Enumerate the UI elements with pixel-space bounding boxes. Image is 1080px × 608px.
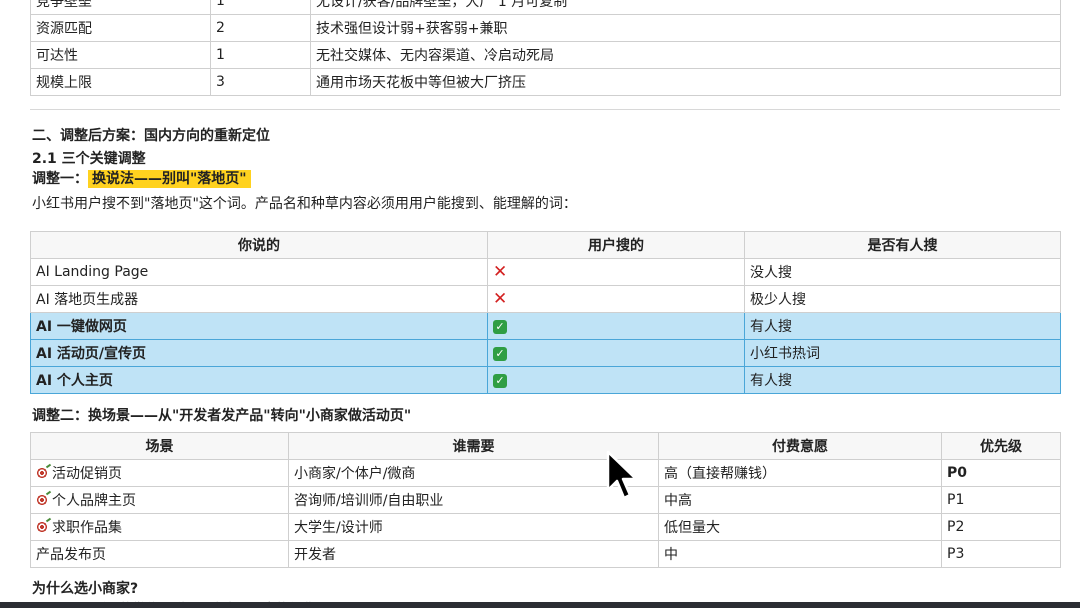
adjustment-two-heading: 调整二：换场景——从"开发者发产品"转向"小商家做活动页" — [32, 408, 412, 424]
table-row: 个人品牌主页 咨询师/培训师/自由职业 中高 P1 — [30, 486, 1061, 514]
table-cell: 中 — [658, 540, 942, 568]
table-cell: 大学生/设计师 — [288, 513, 659, 541]
section-question: 为什么选小商家? — [32, 581, 139, 597]
table-cell: 有人搜 — [744, 366, 1061, 394]
column-header: 用户搜的 — [487, 231, 745, 259]
column-header: 是否有人搜 — [744, 231, 1061, 259]
cross-mark-icon: ✕ — [493, 289, 508, 309]
table-cell: ✕ — [487, 258, 745, 286]
table-row: 产品发布页 开发者 中 P3 — [30, 540, 1061, 568]
subsection-heading: 2.1 三个关键调整 — [32, 151, 146, 167]
table-cell: P3 — [941, 540, 1061, 568]
scene-label: 活动促销页 — [52, 466, 122, 482]
table-row-selected[interactable]: AI 个人主页 ✓ 有人搜 — [30, 366, 1061, 394]
table-cell: 技术强但设计弱+获客弱+兼职 — [310, 14, 1061, 42]
table-row: 可达性 1 无社交媒体、无内容渠道、冷启动死局 — [30, 41, 1061, 69]
table-header-row: 场景 谁需要 付费意愿 优先级 — [30, 432, 1061, 460]
table-cell: 2 — [210, 14, 311, 42]
target-icon — [36, 467, 48, 479]
check-mark-icon: ✓ — [493, 374, 507, 388]
column-header: 谁需要 — [288, 432, 659, 460]
table-cell: AI 活动页/宣传页 — [30, 339, 488, 367]
table-cell: 低但量大 — [658, 513, 942, 541]
table-cell: 资源匹配 — [30, 14, 211, 42]
check-mark-icon: ✓ — [493, 320, 507, 334]
table-cell: P0 — [941, 459, 1061, 487]
table-cell: 咨询师/培训师/自由职业 — [288, 486, 659, 514]
highlighted-text: 换说法——别叫"落地页" — [88, 170, 251, 188]
table-row-selected[interactable]: AI 活动页/宣传页 ✓ 小红书热词 — [30, 339, 1061, 367]
table-cell: 小红书热词 — [744, 339, 1061, 367]
table-row-selected[interactable]: AI 一键做网页 ✓ 有人搜 — [30, 312, 1061, 340]
column-header: 付费意愿 — [658, 432, 942, 460]
table-row: 竞争壁垒 1 无设计/获客/品牌壁垒，大厂 1 月可复制 — [30, 0, 1061, 15]
scene-label: 个人品牌主页 — [52, 493, 136, 509]
table-cell: 开发者 — [288, 540, 659, 568]
table-cell: 中高 — [658, 486, 942, 514]
table-cell: 1 — [210, 41, 311, 69]
table-cell: AI 落地页生成器 — [30, 285, 488, 313]
cross-mark-icon: ✕ — [493, 262, 508, 282]
table-cell: 高（直接帮赚钱） — [658, 459, 942, 487]
table-cell: 产品发布页 — [30, 540, 289, 568]
section-heading: 二、调整后方案：国内方向的重新定位 — [32, 128, 270, 144]
scenario-table: 场景 谁需要 付费意愿 优先级 活动促销页 小商家/个体户/微商 高（直接帮赚钱… — [30, 432, 1061, 568]
target-icon — [36, 494, 48, 506]
scene-label: 求职作品集 — [52, 520, 122, 536]
paragraph: 小红书用户搜不到"落地页"这个词。产品名和种草内容必须用用户能搜到、能理解的词： — [32, 196, 577, 212]
table-row: 求职作品集 大学生/设计师 低但量大 P2 — [30, 513, 1061, 541]
column-header: 你说的 — [30, 231, 488, 259]
table-cell: 小商家/个体户/微商 — [288, 459, 659, 487]
table-cell: P2 — [941, 513, 1061, 541]
table-cell: AI 个人主页 — [30, 366, 488, 394]
column-header: 场景 — [30, 432, 289, 460]
mouse-cursor-icon — [606, 450, 638, 500]
table-cell: 求职作品集 — [30, 513, 289, 541]
keyword-table: 你说的 用户搜的 是否有人搜 AI Landing Page ✕ 没人搜 AI … — [30, 231, 1061, 394]
table-cell: ✕ — [487, 285, 745, 313]
adjustment-one-label: 调整一： — [32, 171, 88, 187]
table-row: AI Landing Page ✕ 没人搜 — [30, 258, 1061, 286]
table-cell: ✓ — [487, 312, 745, 340]
table-cell: 通用市场天花板中等但被大厂挤压 — [310, 68, 1061, 96]
table-cell: 无设计/获客/品牌壁垒，大厂 1 月可复制 — [310, 0, 1061, 15]
table-cell: ✓ — [487, 339, 745, 367]
table-cell: ✓ — [487, 366, 745, 394]
table-cell: AI Landing Page — [30, 258, 488, 286]
column-header: 优先级 — [941, 432, 1061, 460]
bottom-bar — [0, 602, 1080, 608]
table-cell: 有人搜 — [744, 312, 1061, 340]
table-cell: 1 — [210, 0, 311, 15]
table-cell: 无社交媒体、无内容渠道、冷启动死局 — [310, 41, 1061, 69]
check-mark-icon: ✓ — [493, 347, 507, 361]
table-row: 规模上限 3 通用市场天花板中等但被大厂挤压 — [30, 68, 1061, 96]
table-row: 资源匹配 2 技术强但设计弱+获客弱+兼职 — [30, 14, 1061, 42]
table-cell: AI 一键做网页 — [30, 312, 488, 340]
table-cell: 竞争壁垒 — [30, 0, 211, 15]
table-cell: 没人搜 — [744, 258, 1061, 286]
table-cell: 可达性 — [30, 41, 211, 69]
table-cell: 活动促销页 — [30, 459, 289, 487]
table-row: AI 落地页生成器 ✕ 极少人搜 — [30, 285, 1061, 313]
table-cell: 3 — [210, 68, 311, 96]
adjustment-one-heading: 调整一： 换说法——别叫"落地页" — [32, 168, 251, 190]
table-cell: 极少人搜 — [744, 285, 1061, 313]
risk-table: 竞争壁垒 1 无设计/获客/品牌壁垒，大厂 1 月可复制 资源匹配 2 技术强但… — [30, 0, 1061, 96]
table-row: 活动促销页 小商家/个体户/微商 高（直接帮赚钱） P0 — [30, 459, 1061, 487]
table-cell: 个人品牌主页 — [30, 486, 289, 514]
target-icon — [36, 521, 48, 533]
table-cell: 规模上限 — [30, 68, 211, 96]
divider — [30, 109, 1060, 110]
table-header-row: 你说的 用户搜的 是否有人搜 — [30, 231, 1061, 259]
table-cell: P1 — [941, 486, 1061, 514]
